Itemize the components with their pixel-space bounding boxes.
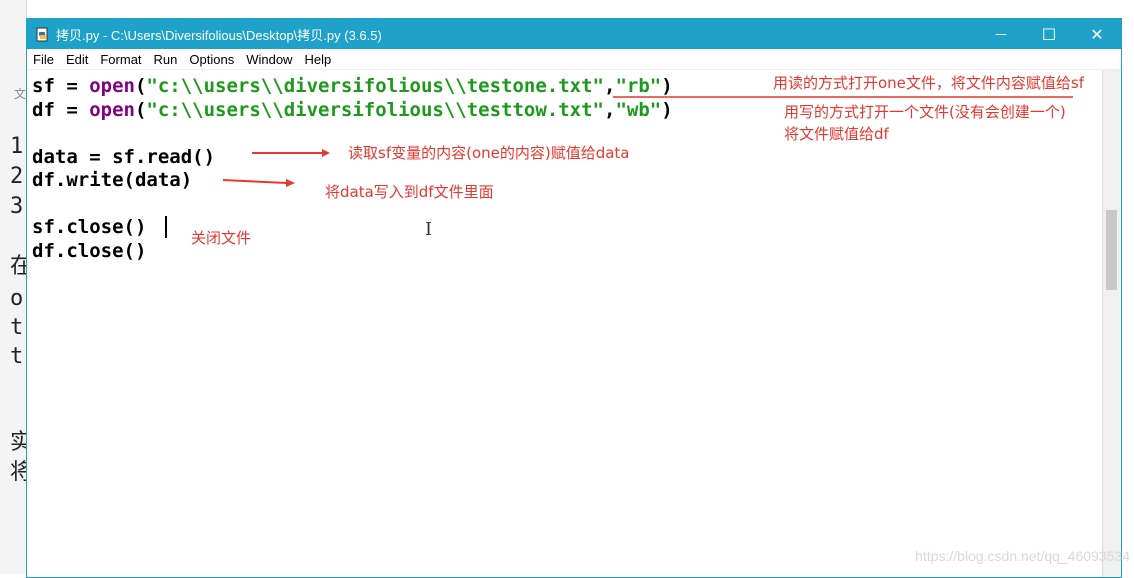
text-caret (165, 216, 167, 238)
code-line-4: df.write(data) (32, 169, 193, 191)
window-title: 拷贝.py - C:\Users\Diversifolious\Desktop\… (56, 27, 382, 43)
close-icon: ✕ (1090, 24, 1104, 44)
bg-char: 2 (10, 164, 24, 189)
bg-char: 在 (10, 256, 26, 278)
code-line-1: sf = open("c:\\users\\diversifolious\\te… (32, 75, 673, 97)
annotation-read: 读取sf变量的内容(one的内容)赋值给data (348, 144, 630, 162)
arrow-icon (223, 179, 295, 187)
menu-file[interactable]: File (27, 52, 60, 67)
ibeam-cursor-icon: Ⅰ (425, 219, 433, 240)
annotation-write: 将data写入到df文件里面 (325, 183, 494, 201)
close-button[interactable]: ✕ (1073, 19, 1121, 49)
bg-char: 3 (10, 194, 24, 219)
minimize-icon: — (995, 27, 1007, 41)
bg-char: 实 (10, 432, 26, 454)
bg-char: t (10, 315, 24, 340)
string-literal: "wb" (615, 99, 662, 121)
watermark: https://blog.csdn.net/qq_46093534 (915, 548, 1130, 564)
code-line-5: sf.close() (32, 216, 147, 238)
menu-options[interactable]: Options (183, 52, 240, 67)
bg-char: 文 (14, 87, 27, 101)
underline-mark (613, 96, 1073, 98)
code-line-3: data = sf.read() (32, 146, 216, 168)
code-editor[interactable]: sf = open("c:\\users\\diversifolious\\te… (27, 70, 1103, 577)
menu-edit[interactable]: Edit (60, 52, 94, 67)
annotation-close: 关闭文件 (191, 229, 252, 247)
menu-window[interactable]: Window (240, 52, 298, 67)
scrollbar-thumb[interactable] (1106, 210, 1117, 290)
keyword: open (89, 99, 135, 121)
annotation-open-read: 用读的方式打开one文件，将文件内容赋值给sf (773, 74, 1085, 92)
string-literal: "c:\\users\\diversifolious\\testone.txt" (146, 75, 604, 97)
string-literal: "c:\\users\\diversifolious\\testtow.txt" (146, 99, 604, 121)
menu-help[interactable]: Help (298, 52, 337, 67)
menu-run[interactable]: Run (148, 52, 184, 67)
maximize-button[interactable]: ☐ (1025, 19, 1073, 49)
bg-char: 将 (10, 462, 26, 484)
idle-editor-window: 拷贝.py - C:\Users\Diversifolious\Desktop\… (26, 18, 1122, 578)
minimize-button[interactable]: — (977, 19, 1025, 49)
python-file-icon (35, 27, 50, 42)
annotation-assign-df: 将文件赋值给df (784, 125, 889, 143)
title-bar[interactable]: 拷贝.py - C:\Users\Diversifolious\Desktop\… (27, 19, 1121, 49)
bg-char: 1 (10, 134, 24, 159)
keyword: open (89, 75, 135, 97)
bg-char: t (10, 344, 24, 369)
arrow-icon (252, 149, 330, 157)
background-document: 文 1 2 3 在 o t t 实 将 (0, 0, 27, 574)
menu-format[interactable]: Format (94, 52, 147, 67)
maximize-icon: ☐ (1041, 24, 1057, 44)
bg-char: o (10, 286, 24, 311)
menu-bar: File Edit Format Run Options Window Help (27, 49, 1121, 70)
code-line-2: df = open("c:\\users\\diversifolious\\te… (32, 99, 673, 121)
code-line-6: df.close() (32, 240, 147, 262)
vertical-scrollbar[interactable] (1102, 70, 1121, 577)
annotation-open-write: 用写的方式打开一个文件(没有会创建一个) (784, 103, 1066, 121)
